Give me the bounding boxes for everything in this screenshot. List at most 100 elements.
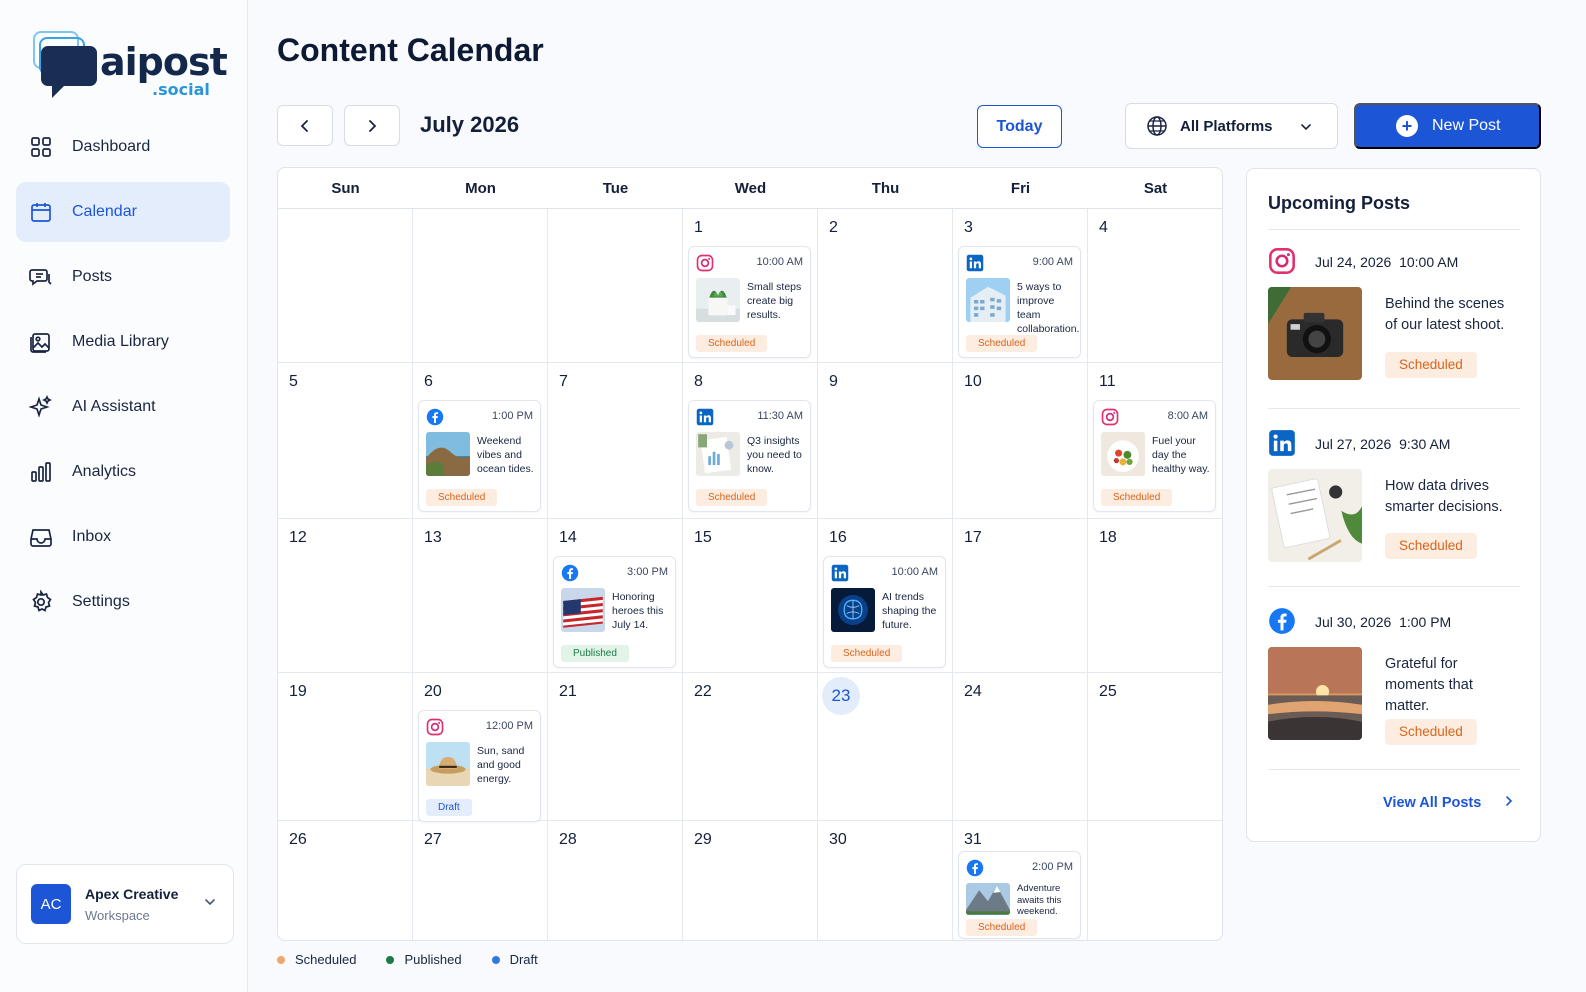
- brand-logo[interactable]: aipost .social: [32, 28, 228, 104]
- calendar-day-cell[interactable]: 15: [683, 519, 818, 673]
- platform-filter-dropdown[interactable]: All Platforms: [1125, 103, 1338, 149]
- legend-label: Published: [404, 952, 462, 967]
- calendar-day-cell[interactable]: 28: [548, 821, 683, 940]
- post-caption: AI trends shaping the future.: [882, 591, 937, 631]
- day-number: 11: [1099, 373, 1116, 390]
- calendar-day-cell[interactable]: 31 2:00 PM Adventure awaits this weekend. S…: [953, 821, 1088, 940]
- calendar-day-cell[interactable]: 22: [683, 673, 818, 821]
- day-number: 2: [829, 219, 838, 236]
- post-time: 11:30 AM: [757, 410, 803, 422]
- today-button[interactable]: Today: [977, 105, 1062, 148]
- brand-name: aipost: [100, 40, 228, 84]
- post-caption: Weekend vibes and ocean tides.: [477, 435, 534, 475]
- status-legend: Scheduled Published Draft: [277, 952, 568, 967]
- calendar-day-cell[interactable]: 23: [818, 673, 953, 821]
- sidebar-item-calendar[interactable]: Calendar: [16, 182, 230, 242]
- day-number: 16: [829, 529, 847, 546]
- calendar-day-cell[interactable]: 12: [278, 519, 413, 673]
- calendar-day-cell[interactable]: 2: [818, 209, 953, 363]
- day-number: 3: [964, 219, 973, 236]
- calendar-day-cell[interactable]: 11 8:00 AM Fuel your day the healthy way. S…: [1088, 363, 1222, 519]
- new-post-button[interactable]: + New Post: [1354, 103, 1541, 149]
- chat-bubble-logo-icon: [33, 31, 97, 98]
- calendar-day-cell[interactable]: 6 1:00 PM Weekend vibes and ocean tides. Sc…: [413, 363, 548, 519]
- calendar-day-cell[interactable]: 14 3:00 PM Honoring heroes this July 14. Pu…: [548, 519, 683, 673]
- day-number: 22: [694, 683, 712, 700]
- new-post-label: New Post: [1432, 117, 1501, 134]
- sidebar-item-inbox[interactable]: Inbox: [16, 507, 230, 567]
- post-card[interactable]: 9:00 AM 5 ways to improve team collaborat…: [958, 246, 1081, 358]
- calendar-day-cell[interactable]: 21: [548, 673, 683, 821]
- status-badge: Scheduled: [831, 645, 903, 662]
- calendar-day-cell[interactable]: 5: [278, 363, 413, 519]
- calendar-day-cell[interactable]: 1 10:00 AM Small steps create big results.…: [683, 209, 818, 363]
- calendar-day-cell[interactable]: 19: [278, 673, 413, 821]
- sidebar-item-media-library[interactable]: Media Library: [16, 312, 230, 372]
- chat-icon: [28, 264, 54, 290]
- post-card[interactable]: 8:00 AM Fuel your day the healthy way. Sch…: [1093, 400, 1216, 512]
- post-card[interactable]: 1:00 PM Weekend vibes and ocean tides. Sch…: [418, 400, 541, 512]
- sidebar-item-label: Calendar: [72, 203, 137, 220]
- post-caption: Fuel your day the healthy way.: [1152, 435, 1210, 475]
- post-card[interactable]: 2:00 PM Adventure awaits this weekend. Sch…: [958, 851, 1081, 939]
- calendar-day-cell[interactable]: 10: [953, 363, 1088, 519]
- post-time: 1:00 PM: [492, 410, 533, 422]
- weekday-label: Thu: [871, 180, 900, 197]
- calendar-day-cell[interactable]: 8 11:30 AM Q3 insights you need to know. Sc…: [683, 363, 818, 519]
- calendar-day-cell[interactable]: 30: [818, 821, 953, 940]
- day-number: 10: [964, 373, 982, 390]
- day-number: 4: [1099, 219, 1108, 236]
- facebook-icon: [966, 859, 984, 877]
- sidebar-item-label: Inbox: [72, 528, 112, 545]
- post-card[interactable]: 11:30 AM Q3 insights you need to know. Sch…: [688, 400, 811, 512]
- calendar-day-cell[interactable]: 13: [413, 519, 548, 673]
- calendar-day-cell[interactable]: 29: [683, 821, 818, 940]
- calendar-day-cell[interactable]: 7: [548, 363, 683, 519]
- status-badge: Scheduled: [696, 335, 768, 352]
- post-card[interactable]: 10:00 AM Small steps create big results. S…: [688, 246, 811, 358]
- calendar-day-cell[interactable]: 26: [278, 821, 413, 940]
- post-card[interactable]: 12:00 PM Sun, sand and good energy. Draft: [418, 710, 541, 822]
- calendar-day-cell[interactable]: 24: [953, 673, 1088, 821]
- facebook-icon: [426, 408, 444, 426]
- post-thumbnail: [426, 432, 470, 476]
- legend-item: Scheduled: [277, 952, 356, 967]
- linkedin-icon: [831, 564, 849, 582]
- calendar-icon: [28, 199, 54, 225]
- calendar-day-cell[interactable]: 27: [413, 821, 548, 940]
- status-badge: Draft: [426, 799, 472, 816]
- grid-icon: [28, 134, 54, 160]
- workspace-switcher[interactable]: AC Apex Creative Workspace: [16, 864, 234, 944]
- plus-icon: +: [1396, 115, 1418, 137]
- calendar-day-cell[interactable]: 17: [953, 519, 1088, 673]
- previous-month-button[interactable]: [277, 105, 333, 146]
- calendar-day-cell[interactable]: 3 9:00 AM 5 ways to improve team collabora…: [953, 209, 1088, 363]
- view-all-posts-link[interactable]: View All Posts: [1383, 795, 1515, 811]
- sidebar-item-analytics[interactable]: Analytics: [16, 442, 230, 502]
- post-caption: Grateful for moments that matter.: [1385, 656, 1473, 714]
- sidebar-item-dashboard[interactable]: Dashboard: [16, 117, 230, 177]
- sidebar-item-settings[interactable]: Settings: [16, 572, 230, 632]
- post-card[interactable]: 3:00 PM Honoring heroes this July 14. Publ…: [553, 556, 676, 668]
- calendar-day-cell[interactable]: 25: [1088, 673, 1222, 821]
- next-month-button[interactable]: [344, 105, 400, 146]
- calendar-day-cell[interactable]: 20 12:00 PM Sun, sand and good energy. Draf…: [413, 673, 548, 822]
- calendar-day-cell[interactable]: 9: [818, 363, 953, 519]
- sidebar-item-ai-assistant[interactable]: AI Assistant: [16, 377, 230, 437]
- calendar-day-cell[interactable]: 18: [1088, 519, 1222, 673]
- weekday-label: Sat: [1143, 180, 1168, 197]
- day-number: 13: [424, 529, 442, 546]
- calendar-day-cell[interactable]: 4: [1088, 209, 1222, 363]
- day-number: 12: [289, 529, 307, 546]
- day-number: 19: [289, 683, 307, 700]
- divider: [1268, 769, 1520, 770]
- day-number: 5: [289, 373, 298, 390]
- chevron-right-icon: [369, 119, 377, 132]
- weekday-label: Sun: [331, 180, 360, 197]
- sidebar-item-label: Dashboard: [72, 138, 151, 155]
- post-caption: Small steps create big results.: [747, 281, 802, 321]
- legend-item: Draft: [491, 952, 538, 967]
- calendar-day-cell[interactable]: 16 10:00 AM AI trends shaping the future. S…: [818, 519, 953, 673]
- sidebar-item-posts[interactable]: Posts: [16, 247, 230, 307]
- post-card[interactable]: 10:00 AM AI trends shaping the future. Sch…: [823, 556, 946, 668]
